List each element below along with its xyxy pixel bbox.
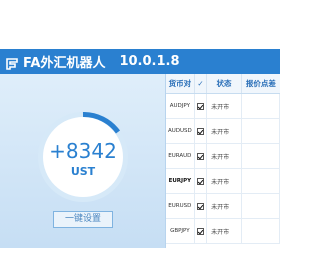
table-row[interactable]: EURJPY 未开市 bbox=[166, 169, 280, 194]
enable-checkbox[interactable] bbox=[196, 177, 204, 185]
balance-panel: +8342 UST 一键设置 bbox=[0, 74, 165, 248]
app-version: 10.0.1.8 bbox=[119, 54, 180, 69]
price-cell bbox=[242, 94, 280, 118]
balance-ring: +8342 UST bbox=[38, 112, 128, 202]
checkbox-cell bbox=[195, 219, 208, 243]
table-header: 货币对 ✓ 状态 报价点差 bbox=[166, 74, 280, 94]
status-cell: 未开市 bbox=[207, 219, 242, 243]
status-cell: 未开市 bbox=[207, 144, 242, 168]
status-cell: 未开市 bbox=[207, 194, 242, 218]
price-cell bbox=[242, 144, 280, 168]
table-body: AUDJPY 未开市 AUDUSD 未开市 EURAUD 未开市 EURJPY 未开市 EURU… bbox=[166, 94, 280, 244]
price-cell bbox=[242, 169, 280, 193]
symbol-cell: EURUSD bbox=[166, 194, 195, 218]
table-row[interactable]: AUDJPY 未开市 bbox=[166, 94, 280, 119]
price-cell bbox=[242, 194, 280, 218]
symbol-cell: EURJPY bbox=[166, 169, 195, 193]
header-status[interactable]: 状态 bbox=[207, 74, 242, 93]
header-check[interactable]: ✓ bbox=[195, 74, 208, 93]
enable-checkbox[interactable] bbox=[196, 202, 204, 210]
checkbox-cell bbox=[195, 169, 208, 193]
title-bar[interactable]: FA外汇机器人 10.0.1.8 bbox=[0, 49, 280, 74]
status-cell: 未开市 bbox=[207, 169, 242, 193]
status-cell: 未开市 bbox=[207, 119, 242, 143]
symbol-cell: AUDUSD bbox=[166, 119, 195, 143]
symbol-cell: GBPJPY bbox=[166, 219, 195, 243]
checkbox-cell bbox=[195, 119, 208, 143]
price-cell bbox=[242, 119, 280, 143]
enable-checkbox[interactable] bbox=[196, 227, 204, 235]
price-cell bbox=[242, 219, 280, 243]
checkbox-cell bbox=[195, 144, 208, 168]
enable-checkbox[interactable] bbox=[196, 152, 204, 160]
checkbox-cell bbox=[195, 194, 208, 218]
symbol-cell: EURAUD bbox=[166, 144, 195, 168]
one-click-setup-button[interactable]: 一键设置 bbox=[53, 211, 113, 228]
status-cell: 未开市 bbox=[207, 94, 242, 118]
app-title: FA外汇机器人 bbox=[23, 56, 106, 71]
table-row[interactable]: AUDUSD 未开市 bbox=[166, 119, 280, 144]
balance-amount: +8342 bbox=[49, 139, 117, 163]
enable-checkbox[interactable] bbox=[196, 127, 204, 135]
app-window: FA外汇机器人 10.0.1.8 +8342 UST 一键设置 货币对 ✓ 状态… bbox=[0, 49, 280, 248]
app-logo-icon bbox=[5, 55, 19, 70]
header-symbol[interactable]: 货币对 bbox=[166, 74, 195, 93]
table-row[interactable]: GBPJPY 未开市 bbox=[166, 219, 280, 244]
enable-checkbox[interactable] bbox=[196, 102, 204, 110]
header-price[interactable]: 报价点差 bbox=[242, 74, 280, 93]
balance-unit: UST bbox=[70, 165, 96, 178]
checkbox-cell bbox=[195, 94, 208, 118]
symbol-cell: AUDJPY bbox=[166, 94, 195, 118]
symbols-table: 货币对 ✓ 状态 报价点差 AUDJPY 未开市 AUDUSD 未开市 EURAUD 未开… bbox=[165, 74, 280, 248]
table-row[interactable]: EURAUD 未开市 bbox=[166, 144, 280, 169]
table-row[interactable]: EURUSD 未开市 bbox=[166, 194, 280, 219]
